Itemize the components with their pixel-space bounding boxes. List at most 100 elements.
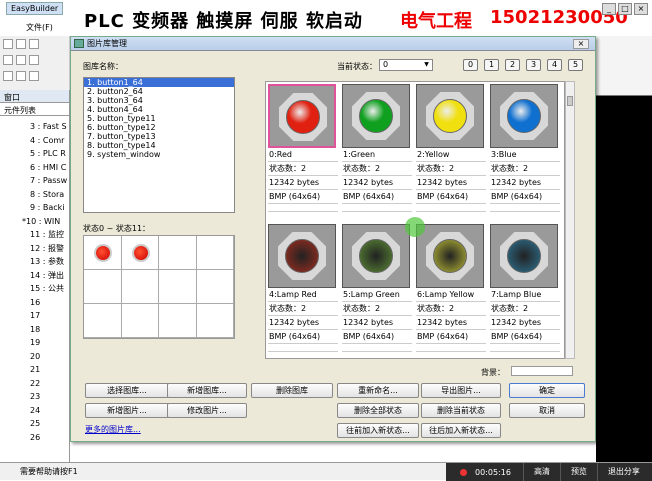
state-button[interactable]: 3 xyxy=(526,59,541,71)
group-icon[interactable] xyxy=(16,71,26,81)
cancel-button[interactable]: 取消 xyxy=(509,403,585,418)
state-cell[interactable] xyxy=(159,236,197,270)
state-grid[interactable] xyxy=(83,235,235,339)
picture-item[interactable]: 3:Blue 状态数：2 12342 bytes BMP (64x64) xyxy=(490,84,560,212)
tab-preview[interactable]: 预览 xyxy=(559,463,597,481)
list-item[interactable]: 26 xyxy=(0,431,69,445)
list-item[interactable]: 22 xyxy=(0,377,69,391)
delete-all-states-button[interactable]: 删除全部状态 xyxy=(337,403,419,418)
picture-item[interactable]: 5:Lamp Green 状态数：2 12342 bytes BMP (64x64) xyxy=(342,224,412,352)
state-button[interactable]: 5 xyxy=(568,59,583,71)
library-item[interactable]: 1. button1_64 xyxy=(84,78,234,87)
more-libraries-link[interactable]: 更多的图片库... xyxy=(85,424,141,435)
picture-thumbnail[interactable] xyxy=(342,224,410,288)
state-cell[interactable] xyxy=(84,270,122,304)
state-cell[interactable] xyxy=(84,236,122,270)
align-icon[interactable] xyxy=(3,71,13,81)
list-item[interactable]: 20 xyxy=(0,350,69,364)
state-cell[interactable] xyxy=(84,304,122,338)
library-item[interactable]: 3. button3_64 xyxy=(84,96,234,105)
picture-thumbnail[interactable] xyxy=(268,84,336,148)
library-item[interactable]: 2. button2_64 xyxy=(84,87,234,96)
export-picture-button[interactable]: 导出图片... xyxy=(421,383,501,398)
list-item[interactable]: 8 : Stora xyxy=(0,188,69,202)
delete-library-button[interactable]: 删除图库 xyxy=(251,383,333,398)
minimize-icon[interactable]: _ xyxy=(602,3,616,15)
current-state-dropdown[interactable]: 0 ▼ xyxy=(379,59,433,71)
delete-current-state-button[interactable]: 删除当前状态 xyxy=(421,403,501,418)
list-item[interactable]: 13 : 参数 xyxy=(0,255,69,269)
list-item[interactable]: 16 xyxy=(0,296,69,310)
rename-button[interactable]: 重新命名... xyxy=(337,383,419,398)
menu-file[interactable]: 文件(F) xyxy=(26,22,53,33)
list-item[interactable]: 4 : Comr xyxy=(0,134,69,148)
picture-item[interactable]: 6:Lamp Yellow 状态数：2 12342 bytes BMP (64x64) xyxy=(416,224,486,352)
list-item[interactable]: 5 : PLC R xyxy=(0,147,69,161)
insert-state-before-button[interactable]: 往前加入新状态... xyxy=(337,423,419,438)
new-picture-button[interactable]: 新增图片... xyxy=(85,403,169,418)
tab-hd[interactable]: 高清 xyxy=(522,463,560,481)
save-icon[interactable] xyxy=(29,39,39,49)
new-library-button[interactable]: 新增图库... xyxy=(167,383,247,398)
list-item[interactable]: 25 xyxy=(0,417,69,431)
list-item[interactable]: 15 : 公共 xyxy=(0,282,69,296)
close-icon[interactable]: × xyxy=(573,39,589,49)
state-button[interactable]: 2 xyxy=(505,59,520,71)
maximize-icon[interactable]: □ xyxy=(618,3,632,15)
picture-thumbnail[interactable] xyxy=(416,224,484,288)
library-item[interactable]: 8. button_type14 xyxy=(84,141,234,150)
state-cell[interactable] xyxy=(159,304,197,338)
picture-item[interactable]: 1:Green 状态数：2 12342 bytes BMP (64x64) xyxy=(342,84,412,212)
picture-thumbnail[interactable] xyxy=(490,224,558,288)
picture-thumbnail[interactable] xyxy=(268,224,336,288)
picture-scrollbar[interactable] xyxy=(565,81,575,359)
state-cell[interactable] xyxy=(159,270,197,304)
state-cell[interactable] xyxy=(121,236,159,270)
list-item[interactable]: 3 : Fast S xyxy=(0,120,69,134)
picture-item[interactable]: 7:Lamp Blue 状态数：2 12342 bytes BMP (64x64) xyxy=(490,224,560,352)
library-item[interactable]: 7. button_type13 xyxy=(84,132,234,141)
list-item[interactable]: *10 : WIN xyxy=(0,215,69,229)
pointer-icon[interactable] xyxy=(3,55,13,65)
scrollbar-thumb[interactable] xyxy=(567,96,573,106)
insert-state-after-button[interactable]: 往后加入新状态... xyxy=(421,423,501,438)
library-item[interactable]: 5. button_type11 xyxy=(84,114,234,123)
new-icon[interactable] xyxy=(3,39,13,49)
list-item[interactable]: 23 xyxy=(0,390,69,404)
select-icon[interactable] xyxy=(16,55,26,65)
list-item[interactable]: 17 xyxy=(0,309,69,323)
background-select[interactable] xyxy=(511,366,573,376)
state-cell[interactable] xyxy=(196,304,234,338)
list-item[interactable]: 11 : 监控 xyxy=(0,228,69,242)
modify-picture-button[interactable]: 修改图片... xyxy=(167,403,247,418)
state-cell[interactable] xyxy=(196,270,234,304)
library-list[interactable]: 1. button1_64 2. button2_64 3. button3_64 4… xyxy=(83,77,235,213)
list-item[interactable]: 21 xyxy=(0,363,69,377)
ok-button[interactable]: 确定 xyxy=(509,383,585,398)
state-cell[interactable] xyxy=(196,236,234,270)
list-item[interactable]: 12 : 报警 xyxy=(0,242,69,256)
list-item[interactable]: 19 xyxy=(0,336,69,350)
close-icon[interactable]: × xyxy=(634,3,648,15)
state-cell[interactable] xyxy=(121,270,159,304)
library-item[interactable]: 6. button_type12 xyxy=(84,123,234,132)
zoom-icon[interactable] xyxy=(29,55,39,65)
list-item[interactable]: 7 : Passw xyxy=(0,174,69,188)
list-item[interactable]: 6 : HMI C xyxy=(0,161,69,175)
list-item[interactable]: 14 : 弹出 xyxy=(0,269,69,283)
list-item[interactable]: 24 xyxy=(0,404,69,418)
state-button[interactable]: 0 xyxy=(463,59,478,71)
picture-item[interactable]: 2:Yellow 状态数：2 12342 bytes BMP (64x64) xyxy=(416,84,486,212)
panel-subheader[interactable]: 元件列表 xyxy=(0,103,69,116)
picture-thumbnail[interactable] xyxy=(490,84,558,148)
picture-thumbnail[interactable] xyxy=(342,84,410,148)
editor-canvas[interactable] xyxy=(596,36,652,462)
library-item[interactable]: 9. system_window xyxy=(84,150,234,159)
state-cell[interactable] xyxy=(121,304,159,338)
picture-item[interactable]: 0:Red 状态数：2 12342 bytes BMP (64x64) xyxy=(268,84,338,212)
list-item[interactable]: 18 xyxy=(0,323,69,337)
state-button[interactable]: 1 xyxy=(484,59,499,71)
library-item[interactable]: 4. button4_64 xyxy=(84,105,234,114)
select-library-button[interactable]: 选择图库... xyxy=(85,383,169,398)
layer-icon[interactable] xyxy=(29,71,39,81)
